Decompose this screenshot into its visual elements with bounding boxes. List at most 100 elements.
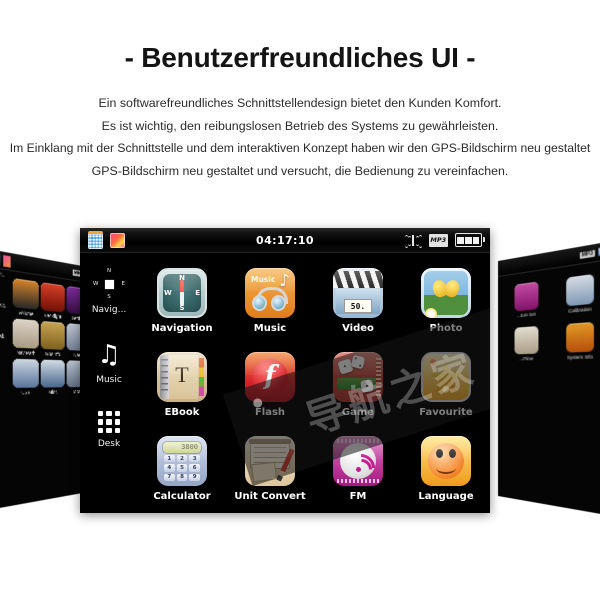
- app-favourite[interactable]: Favourite: [402, 343, 490, 427]
- app-label: ...tTime: [519, 355, 534, 362]
- list-item[interactable]: ...tTime: [505, 325, 549, 363]
- paragraph-line-4: GPS-Bildschirm neu gestaltet und versuch…: [91, 163, 509, 178]
- app-label: Music: [253, 323, 287, 334]
- flash-app-icon: f: [245, 352, 295, 402]
- intro-paragraph: Ein softwarefreundliches Schnittstellend…: [0, 92, 600, 182]
- calculator-app-icon: 3800 1 2 3 4 5 6 7 8 9: [157, 436, 207, 486]
- calc-key: 4: [164, 464, 175, 472]
- app-video[interactable]: 50. Video: [314, 259, 402, 343]
- calc-key: 9: [189, 473, 200, 481]
- app-game[interactable]: Game: [314, 343, 402, 427]
- app-ebook[interactable]: T EBook: [138, 343, 226, 427]
- butterfly-app-icon: [421, 268, 471, 318]
- app-label: Video: [342, 323, 374, 334]
- app-navigation[interactable]: N S W E Navigation: [138, 259, 226, 343]
- app-label: Nav Path: [16, 349, 36, 357]
- left-rail-item-1[interactable]: Music: [0, 301, 7, 309]
- status-bar: 04:17:10 MP3: [80, 228, 490, 253]
- compass-n: N: [106, 268, 112, 274]
- list-item[interactable]: USB: [12, 358, 39, 397]
- list-item[interactable]: Backlight: [40, 282, 65, 321]
- app-label: Volume: [18, 309, 34, 317]
- star-app-icon: [421, 352, 471, 402]
- sidebar-item-music[interactable]: ♫ Music: [81, 341, 137, 385]
- app-language[interactable]: Language: [402, 427, 490, 511]
- compass-n: N: [179, 274, 185, 282]
- compass-s: S: [179, 304, 185, 312]
- mp3-icon: MP3: [579, 249, 596, 259]
- compass-w: W: [164, 289, 172, 297]
- page-title: - Benutzerfreundliches UI -: [124, 42, 476, 73]
- rainbow-gradient-icon: [3, 254, 11, 268]
- smiley-app-icon: [421, 436, 471, 486]
- app-label: Game: [341, 407, 375, 418]
- calc-key: 2: [176, 455, 188, 463]
- app-calculator[interactable]: 3800 1 2 3 4 5 6 7 8 9 Calculator: [138, 427, 226, 511]
- app-label: Backlight: [44, 312, 62, 320]
- headphones-app-icon: Music ♪: [245, 268, 295, 318]
- page-root: - Benutzerfreundliches UI - Ein software…: [0, 0, 600, 600]
- compass-w: W: [93, 281, 99, 287]
- sidebar-item-label: Navig...: [91, 305, 127, 315]
- list-item[interactable]: System Info: [555, 321, 600, 362]
- app-fm[interactable]: FM: [314, 427, 402, 511]
- music-badge: Music: [251, 275, 276, 284]
- app-label: Language: [418, 491, 474, 502]
- app-label: Favourite: [419, 407, 473, 418]
- paragraph-line-1: Ein softwarefreundliches Schnittstellend…: [98, 96, 502, 110]
- list-item[interactable]: Misc: [40, 359, 65, 397]
- sidebar-item-navigation[interactable]: N S W E Navig...: [81, 268, 137, 315]
- compass-icon: N S W E: [93, 268, 125, 300]
- app-label: Photo: [429, 323, 463, 334]
- list-item[interactable]: Volume: [12, 278, 39, 318]
- paragraph-line-3: Im Einklang mit der Schnittstelle und de…: [9, 141, 591, 155]
- app-label: EBook: [164, 407, 200, 418]
- left-device-app-grid: Volume Backlight Setting Nav Path GpsInf…: [10, 271, 89, 404]
- signal-icon: [403, 233, 423, 248]
- app-label: System Info: [567, 353, 593, 361]
- app-grid: N S W E Navigation Music ♪ Music 50. Vid…: [138, 259, 490, 511]
- app-label: Calibration: [568, 306, 592, 314]
- calc-key: 5: [176, 464, 188, 472]
- dice-app-icon: [333, 352, 383, 402]
- notepad-pencil-app-icon: [245, 436, 295, 486]
- app-unit-convert[interactable]: Unit Convert: [226, 427, 314, 511]
- list-item[interactable]: ...ture Set: [505, 280, 549, 320]
- flash-glyph: f: [264, 360, 276, 391]
- app-label: GpsInfo: [45, 351, 61, 358]
- compass-s: S: [107, 294, 111, 300]
- main-device: 04:17:10 MP3 N S W E Navig... ♫ Music De…: [80, 228, 490, 513]
- desktop-grid-icon: [98, 411, 120, 433]
- video-display: 50.: [344, 299, 372, 313]
- calc-key: 3: [189, 455, 200, 463]
- calc-key: 8: [176, 473, 188, 481]
- right-device-app-grid: ...ture Set Calibration ...tTime System …: [498, 259, 600, 373]
- paragraph-line-2: Es ist wichtig, den reibungslosen Betrie…: [101, 118, 499, 133]
- right-angled-device: MP3 ...ture Set Calibration ...tTime Sys…: [498, 240, 600, 517]
- list-item[interactable]: Nav Path: [12, 318, 39, 357]
- app-label: ...ture Set: [517, 311, 536, 319]
- app-photo[interactable]: Photo: [402, 259, 490, 343]
- list-item[interactable]: Calibration: [555, 272, 600, 316]
- music-note-icon: ♫: [97, 340, 121, 370]
- left-device-rail: Navi... Music Desk: [0, 270, 7, 364]
- fm-radio-app-icon: [333, 436, 383, 486]
- compass-app-icon: N S W E: [157, 268, 207, 318]
- home-screen: N S W E Navig... ♫ Music Desk N S W E Na…: [80, 253, 490, 513]
- app-music[interactable]: Music ♪ Music: [226, 259, 314, 343]
- left-rail-item-2[interactable]: Desk: [0, 333, 7, 340]
- app-label: FM: [349, 491, 367, 502]
- left-angled-device: MP3 Navi... Music Desk Volume Backlight …: [0, 248, 89, 511]
- battery-icon: [454, 233, 486, 247]
- calc-key: 7: [164, 473, 175, 481]
- list-item[interactable]: GpsInfo: [40, 320, 65, 358]
- app-label: Navigation: [151, 323, 213, 334]
- sidebar-item-desk[interactable]: Desk: [81, 411, 137, 449]
- compass-e: E: [195, 289, 200, 297]
- app-flash[interactable]: f Flash: [226, 343, 314, 427]
- app-label: Misc: [48, 389, 58, 395]
- clapperboard-app-icon: 50.: [333, 268, 383, 318]
- left-rail-item-0[interactable]: Navi...: [0, 270, 7, 278]
- device-cluster: MP3 Navi... Music Desk Volume Backlight …: [0, 215, 600, 517]
- calculator-display: 3800: [162, 441, 202, 454]
